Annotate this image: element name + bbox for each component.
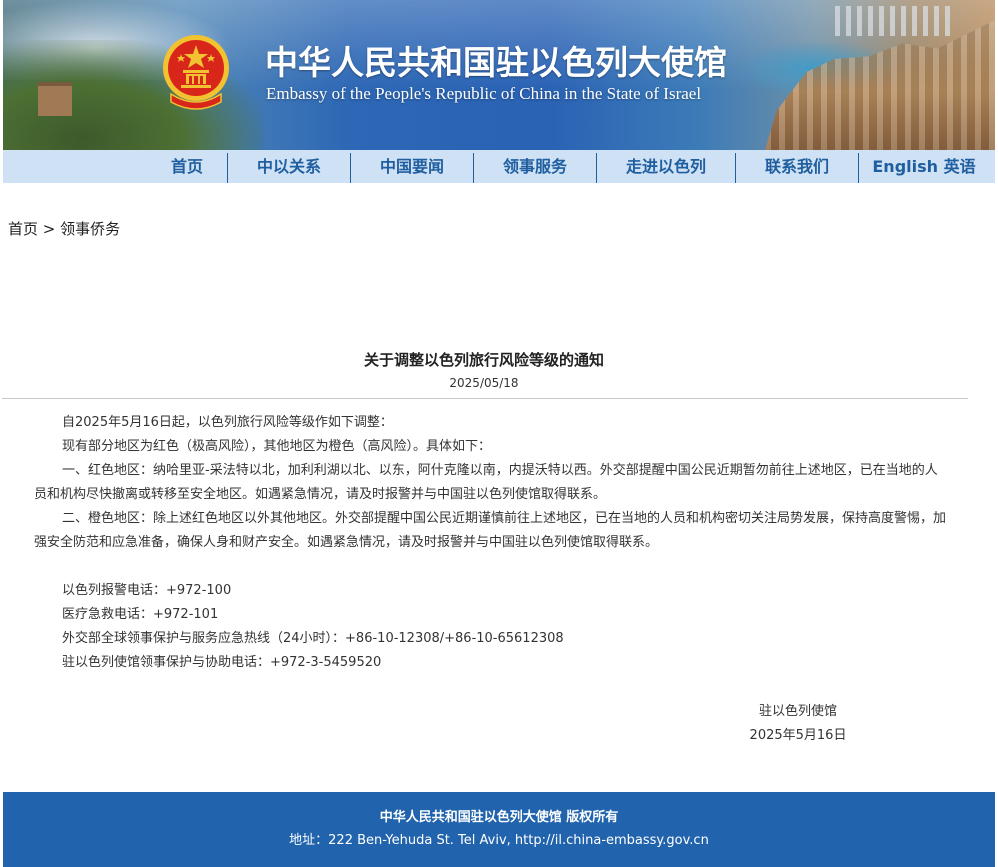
nav-item-contact[interactable]: 联系我们	[735, 150, 859, 183]
contact-line: 驻以色列使馆领事保护与协助电话：+972-3-5459520	[62, 655, 382, 670]
breadcrumb-current-link[interactable]: 领事侨务	[60, 220, 120, 238]
nav-item-consular[interactable]: 领事服务	[473, 150, 597, 183]
header-banner: 中华人民共和国驻以色列大使馆 Embassy of the People's R…	[3, 0, 995, 150]
article-date: 2025/05/18	[449, 376, 519, 390]
article-paragraph: 自2025年5月16日起，以色列旅行风险等级作如下调整：	[62, 415, 393, 430]
contact-line: 医疗急救电话：+972-101	[62, 607, 219, 622]
breadcrumb-home-link[interactable]: 首页	[8, 220, 38, 238]
article-paragraph: 现有部分地区为红色（极高风险），其他地区为橙色（高风险）。具体如下：	[62, 439, 492, 454]
footer-address: 地址：222 Ben-Yehuda St. Tel Aviv, http://i…	[289, 833, 709, 848]
nav-item-english[interactable]: English 英语	[858, 150, 990, 183]
site-title-cn: 中华人民共和国驻以色列大使馆	[265, 43, 727, 82]
national-emblem-icon	[163, 35, 229, 110]
article-signature-date: 2025年5月16日	[749, 728, 847, 743]
contact-line: 以色列报警电话：+972-100	[62, 583, 232, 598]
breadcrumb: 首页 > 领事侨务	[8, 218, 120, 239]
article-signature: 驻以色列使馆	[758, 704, 837, 719]
nav-item-china-israel[interactable]: 中以关系	[227, 150, 351, 183]
city-skyline	[835, 6, 955, 36]
article-paragraph: 一、红色地区：纳哈里亚-采法特以北，加利利湖以北、以东，阿什克隆以南，内提沃特以…	[34, 463, 938, 502]
great-wall-tower	[38, 82, 72, 116]
site-footer: 中华人民共和国驻以色列大使馆 版权所有 地址：222 Ben-Yehuda St…	[3, 792, 995, 867]
main-nav: 首页 中以关系 中国要闻 领事服务 走进以色列 联系我们 English 英语	[3, 150, 995, 183]
article-paragraph: 二、橙色地区：除上述红色地区以外其他地区。外交部提醒中国公民近期谨慎前往上述地区…	[34, 511, 947, 550]
article-title: 关于调整以色列旅行风险等级的通知	[363, 351, 604, 369]
nav-item-china-news[interactable]: 中国要闻	[350, 150, 474, 183]
site-title-en: Embassy of the People's Republic of Chin…	[266, 84, 702, 103]
footer-copyright: 中华人民共和国驻以色列大使馆 版权所有	[379, 810, 619, 825]
contact-line: 外交部全球领事保护与服务应急热线（24小时）：+86-10-12308/+86-…	[62, 631, 564, 646]
nav-item-home[interactable]: 首页	[143, 150, 231, 183]
article-body: 自2025年5月16日起，以色列旅行风险等级作如下调整： 现有部分地区为红色（极…	[34, 411, 949, 675]
title-divider	[2, 398, 968, 399]
breadcrumb-separator: >	[38, 220, 61, 238]
nav-item-israel[interactable]: 走进以色列	[596, 150, 736, 183]
